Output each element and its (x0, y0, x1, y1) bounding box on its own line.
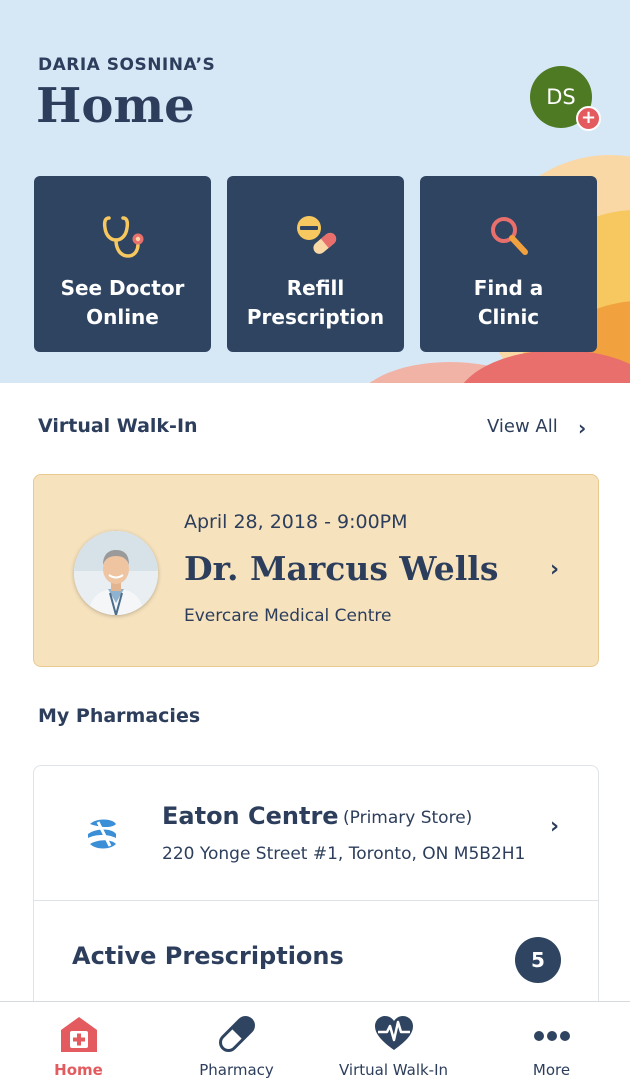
see-doctor-online-label: See Doctor Online (60, 276, 185, 329)
doctor-photo (74, 531, 158, 615)
tab-home-label: Home (54, 1061, 103, 1079)
pills-icon (227, 212, 404, 260)
divider (34, 900, 598, 901)
search-icon (420, 212, 597, 260)
see-doctor-online-button[interactable]: See Doctor Online (34, 176, 211, 352)
owner-label: DARIA SOSNINA’S (38, 55, 216, 75)
pharmacy-address: 220 Yonge Street #1, Toronto, ON M5B2H1 (162, 844, 526, 864)
view-all-link[interactable]: View All (487, 416, 558, 437)
pharmacy-logo-icon (82, 814, 122, 854)
tab-bar: Home Pharmacy Virtual Walk-In More (0, 1001, 630, 1084)
tab-pharmacy-label: Pharmacy (199, 1061, 274, 1079)
home-icon (0, 1014, 157, 1054)
virtual-walkin-title: Virtual Walk-In (38, 415, 198, 437)
doctor-name: Dr. Marcus Wells (184, 549, 499, 588)
tab-pharmacy[interactable]: Pharmacy (158, 1002, 315, 1084)
heart-pulse-icon (315, 1014, 472, 1054)
more-icon (473, 1014, 630, 1054)
refill-prescription-button[interactable]: Refill Prescription (227, 176, 404, 352)
chevron-right-icon[interactable]: › (578, 416, 586, 440)
pharmacy-card: Eaton Centre (Primary Store) 220 Yonge S… (33, 765, 599, 1025)
find-clinic-button[interactable]: Find a Clinic (420, 176, 597, 352)
active-prescriptions-label[interactable]: Active Prescriptions (72, 942, 344, 970)
stethoscope-icon (34, 212, 211, 260)
appointment-card[interactable]: April 28, 2018 - 9:00PM Dr. Marcus Wells… (33, 474, 599, 667)
chevron-right-icon: › (550, 814, 560, 839)
tab-virtual-walkin-label: Virtual Walk-In (338, 1061, 449, 1079)
header: DARIA SOSNINA’S Home DS + See Doctor Onl… (0, 0, 630, 383)
add-profile-icon[interactable]: + (576, 106, 601, 131)
chevron-right-icon: › (550, 557, 560, 582)
prescription-count-badge: 5 (515, 937, 561, 983)
tab-more[interactable]: More (473, 1002, 630, 1084)
my-pharmacies-title: My Pharmacies (38, 705, 201, 727)
pill-icon (158, 1014, 315, 1054)
appointment-datetime: April 28, 2018 - 9:00PM (184, 511, 408, 533)
page-title: Home (36, 78, 195, 134)
clinic-name: Evercare Medical Centre (184, 606, 392, 626)
tab-home[interactable]: Home (0, 1002, 157, 1084)
find-clinic-label: Find a Clinic (473, 276, 544, 329)
primary-store-tag: (Primary Store) (343, 808, 473, 828)
refill-prescription-label: Refill Prescription (246, 276, 385, 329)
tab-virtual-walkin[interactable]: Virtual Walk-In (315, 1002, 472, 1084)
tab-more-label: More (532, 1061, 571, 1079)
pharmacy-name: Eaton Centre (162, 802, 339, 830)
